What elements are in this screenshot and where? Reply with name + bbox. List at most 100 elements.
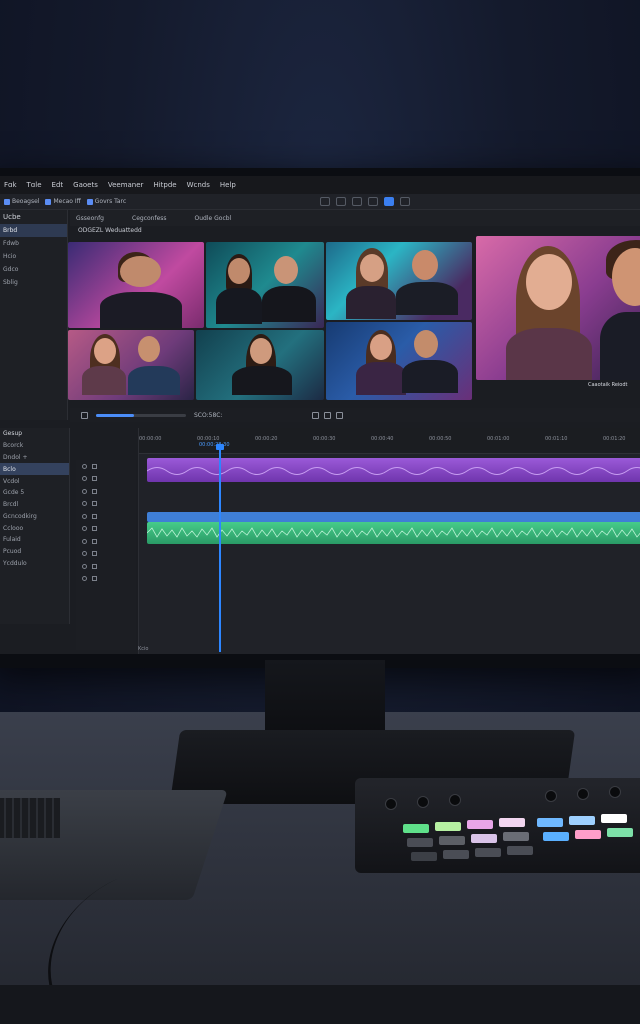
monitor: Fɑk Tɑle Edt Gaoets Veemaner Hitpde Wcnd… — [0, 168, 640, 668]
timeline[interactable]: 00:00:00 00:00:10 00:00:20 00:00:30 00:0… — [138, 428, 640, 654]
viewer-tab[interactable]: Cegconfess — [132, 215, 167, 222]
clip-thumbnail[interactable] — [206, 242, 324, 328]
viewer-tab[interactable]: Oudle Gocbl — [195, 215, 232, 222]
speaker-icon[interactable] — [82, 551, 87, 557]
project-item[interactable]: Cclooo — [0, 522, 69, 534]
menu-media[interactable]: Hitpde — [153, 181, 176, 189]
midi-controller — [355, 778, 640, 873]
menu-bar: Fɑk Tɑle Edt Gaoets Veemaner Hitpde Wcnd… — [0, 176, 640, 194]
track-header[interactable] — [76, 548, 136, 561]
viewer-scrubber[interactable] — [96, 413, 186, 417]
knob — [609, 786, 621, 798]
pad — [411, 852, 437, 861]
project-item[interactable]: Ycddulo — [0, 558, 69, 570]
track-headers — [76, 460, 136, 650]
loop-icon[interactable] — [312, 411, 320, 419]
project-item[interactable]: Vcdol — [0, 475, 69, 487]
project-item[interactable]: Bcorck — [0, 440, 69, 452]
pad — [569, 816, 595, 825]
lock-icon[interactable] — [92, 476, 97, 482]
marker-icon[interactable] — [324, 411, 332, 419]
lock-icon[interactable] — [92, 538, 97, 544]
project-item[interactable]: Brcdl — [0, 499, 69, 511]
lock-icon[interactable] — [92, 576, 97, 582]
project-item[interactable]: Bclo — [0, 463, 69, 476]
clip-thumbnail[interactable] — [326, 242, 472, 320]
clip-thumbnail[interactable] — [68, 330, 194, 400]
lock-icon[interactable] — [92, 563, 97, 569]
viewer-timecode: SCO:58C: — [194, 411, 223, 419]
track-header[interactable] — [76, 573, 136, 586]
grid-icon[interactable] — [336, 197, 346, 206]
menu-windows[interactable]: Wcnds — [187, 181, 210, 189]
toolbar-item-2[interactable]: Mecao Iff — [45, 198, 81, 205]
track-header[interactable] — [76, 485, 136, 498]
playhead[interactable] — [216, 444, 224, 652]
track-header[interactable] — [76, 523, 136, 536]
menu-tools[interactable]: Tɑle — [27, 181, 42, 189]
play-icon[interactable] — [81, 411, 88, 419]
layers-icon[interactable] — [368, 197, 378, 206]
menu-manager[interactable]: Veemaner — [108, 181, 144, 189]
monitor-icon[interactable] — [384, 197, 394, 206]
eye-icon[interactable] — [82, 501, 87, 507]
lock-icon[interactable] — [92, 501, 97, 507]
ruler-tick: 00:00:30 — [313, 436, 336, 442]
lock-icon[interactable] — [92, 463, 97, 469]
settings-icon[interactable] — [352, 197, 362, 206]
lock-icon[interactable] — [92, 551, 97, 557]
eye-icon[interactable] — [82, 488, 87, 494]
media-item[interactable]: Brbd — [0, 224, 67, 237]
menu-edit[interactable]: Edt — [52, 181, 64, 189]
project-item[interactable]: Gcncodkirg — [0, 510, 69, 522]
track-header[interactable] — [76, 510, 136, 523]
track-header[interactable] — [76, 460, 136, 473]
toolbar-item-3[interactable]: Govrs Tarc — [86, 198, 126, 205]
speaker-icon[interactable] — [82, 538, 87, 544]
lock-icon[interactable] — [92, 526, 97, 532]
toolbar-item-1[interactable]: Beoagsel — [4, 198, 39, 205]
pad — [407, 838, 433, 847]
pad — [435, 822, 461, 831]
menu-help[interactable]: Help — [220, 181, 236, 189]
track-header[interactable] — [76, 473, 136, 486]
pad — [443, 850, 469, 859]
track-header[interactable] — [76, 498, 136, 511]
export-icon[interactable] — [400, 197, 410, 206]
pad — [475, 848, 501, 857]
viewer-tab[interactable]: Gsseonfg — [76, 215, 104, 222]
project-item[interactable]: Gcde 5 — [0, 487, 69, 499]
add-icon[interactable] — [336, 411, 344, 419]
eye-icon[interactable] — [82, 476, 87, 482]
speaker-icon[interactable] — [82, 576, 87, 582]
pad — [537, 818, 563, 827]
speaker-icon[interactable] — [82, 513, 87, 519]
pad — [467, 820, 493, 829]
scrubber-fill — [96, 413, 134, 417]
project-item[interactable]: Fulaid — [0, 534, 69, 546]
eye-icon[interactable] — [82, 463, 87, 469]
search-icon[interactable] — [320, 197, 330, 206]
menu-gadgets[interactable]: Gaoets — [73, 181, 98, 189]
track-header[interactable] — [76, 535, 136, 548]
clip-thumbnail[interactable] — [326, 322, 472, 400]
clip-thumbnail[interactable] — [196, 330, 324, 400]
media-item[interactable]: Gdco — [0, 263, 67, 276]
clip-thumbnail[interactable] — [68, 242, 204, 328]
media-item[interactable]: Sblig — [0, 276, 67, 289]
pad — [575, 830, 601, 839]
project-item[interactable]: Dndol + — [0, 452, 69, 464]
laptop-keyboard — [0, 798, 60, 838]
speaker-icon[interactable] — [82, 526, 87, 532]
lock-icon[interactable] — [92, 513, 97, 519]
project-item[interactable]: Pcuod — [0, 546, 69, 558]
lock-icon[interactable] — [92, 488, 97, 494]
track-header[interactable] — [76, 560, 136, 573]
speaker-icon[interactable] — [82, 563, 87, 569]
menu-file[interactable]: Fɑk — [4, 181, 17, 189]
program-monitor[interactable] — [476, 236, 640, 380]
project-panel: Gesup Bcorck Dndol + Bclo Vcdol Gcde 5 B… — [0, 428, 70, 624]
media-item[interactable]: Hcio — [0, 250, 67, 263]
media-item[interactable]: Fdwb — [0, 237, 67, 250]
time-ruler[interactable]: 00:00:00 00:00:10 00:00:20 00:00:30 00:0… — [139, 428, 640, 454]
